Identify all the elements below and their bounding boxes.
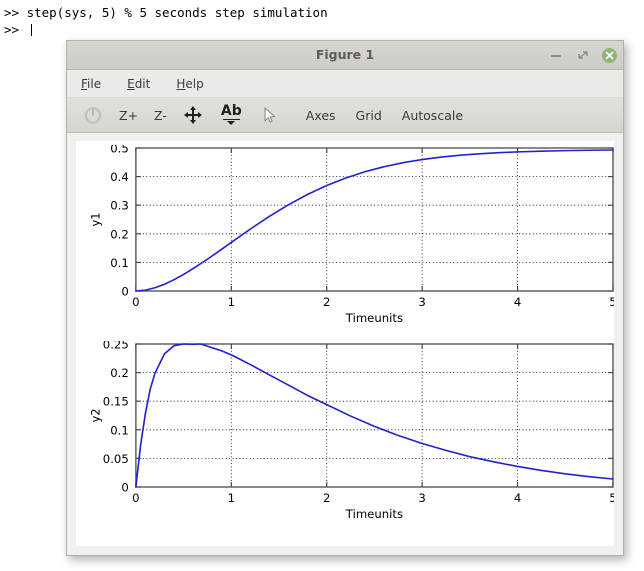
figure-window: Figure 1 File Edit Help Z+ Z- Ab Axes Gr… [66, 40, 624, 556]
terminal-caret [30, 24, 32, 36]
autoscale-button[interactable]: Autoscale [396, 102, 469, 128]
pan-button[interactable] [179, 102, 207, 128]
menu-item-file[interactable]: File [81, 77, 101, 91]
x-axis-label: Timeunits [345, 507, 403, 521]
menu-item-help[interactable]: Help [176, 77, 203, 91]
maximize-icon [578, 51, 588, 59]
reset-power-icon [84, 107, 102, 124]
pan-move-icon [183, 106, 202, 124]
close-icon [605, 51, 614, 59]
y1-plot[interactable]: 0 0.1 0.2 0.3 0.4 0.5 0 1 2 3 4 5 Timeunits y1 [76, 145, 614, 326]
y-tick-label: 0 [121, 285, 128, 299]
y-tick-label: 0.2 [110, 366, 129, 380]
x-tick-label: 1 [228, 491, 235, 505]
y-tick-label: 0.2 [110, 227, 129, 241]
y-axis-label: y2 [88, 408, 102, 422]
chevron-down-icon [227, 121, 236, 126]
y1-plot-svg: 0 0.1 0.2 0.3 0.4 0.5 0 1 2 3 4 5 Timeunits y1 [88, 145, 614, 325]
maximize-button[interactable] [575, 47, 591, 63]
text-underline-decoration [222, 118, 240, 121]
x-tick-label: 2 [323, 295, 330, 309]
x-tick-label: 3 [418, 295, 425, 309]
y-tick-label: 0 [121, 481, 128, 495]
close-button[interactable] [602, 47, 617, 63]
x-tick-label: 4 [514, 295, 521, 309]
zoom-out-button[interactable]: Z- [150, 102, 171, 128]
axes-button[interactable]: Axes [300, 102, 342, 128]
toolbar: Z+ Z- Ab Axes Grid Autoscale [67, 98, 623, 133]
y-axis-label: y1 [88, 212, 102, 226]
y-tick-label: 0.1 [110, 423, 129, 437]
x-tick-label: 3 [418, 491, 425, 505]
terminal-prompt: >> [4, 22, 27, 37]
x-tick-label: 5 [609, 295, 614, 309]
data-line [135, 149, 614, 292]
text-annotation-button[interactable]: Ab [215, 102, 248, 128]
terminal-prompt-line: >> [4, 21, 644, 38]
plot-frame [135, 343, 614, 488]
plot-canvas: 00.10.20.30.40.5012345Timeunitsy1 00.050… [76, 141, 614, 546]
text-annotation-label: Ab [220, 102, 242, 119]
y2-plot-svg: 0 0.05 0.1 0.15 0.2 0.25 0 1 2 3 4 5 Timeunits y2 [88, 341, 614, 521]
x-tick-label: 1 [228, 295, 235, 309]
menu-item-help-label: elp [185, 76, 204, 91]
x-axis-label: Timeunits [345, 311, 403, 325]
window-titlebar[interactable]: Figure 1 [67, 41, 623, 70]
y-tick-label: 0.05 [103, 452, 129, 466]
x-tick-label: 0 [132, 295, 139, 309]
zoom-in-button[interactable]: Z+ [115, 102, 142, 128]
reset-button[interactable] [79, 102, 107, 128]
y-tick-label: 0.4 [110, 170, 129, 184]
x-tick-label: 4 [514, 491, 521, 505]
y-tick-label: 0.25 [103, 341, 129, 351]
y2-plot[interactable]: 0 0.05 0.1 0.15 0.2 0.25 0 1 2 3 4 5 Timeunits y2 [76, 341, 614, 522]
y-tick-label: 0.3 [110, 199, 129, 213]
minimize-button[interactable] [548, 47, 564, 63]
select-button[interactable] [256, 102, 282, 128]
terminal-line-command: >> step(sys, 5) % 5 seconds step simulat… [4, 5, 328, 20]
x-tick-label: 0 [132, 491, 139, 505]
x-tick-label: 5 [609, 491, 614, 505]
y-tick-label: 0.1 [110, 256, 129, 270]
data-line [135, 343, 614, 488]
menu-item-edit-label: dit [134, 76, 151, 91]
cursor-arrow-icon [264, 107, 275, 123]
window-title: Figure 1 [315, 47, 375, 62]
window-controls [548, 41, 617, 69]
menu-item-file-label: ile [87, 76, 102, 91]
menu-item-edit[interactable]: Edit [127, 77, 150, 91]
grid-button[interactable]: Grid [350, 102, 388, 128]
menubar: File Edit Help [67, 70, 623, 98]
x-tick-label: 2 [323, 491, 330, 505]
y-tick-label: 0.15 [103, 395, 129, 409]
y-tick-label: 0.5 [110, 145, 129, 155]
